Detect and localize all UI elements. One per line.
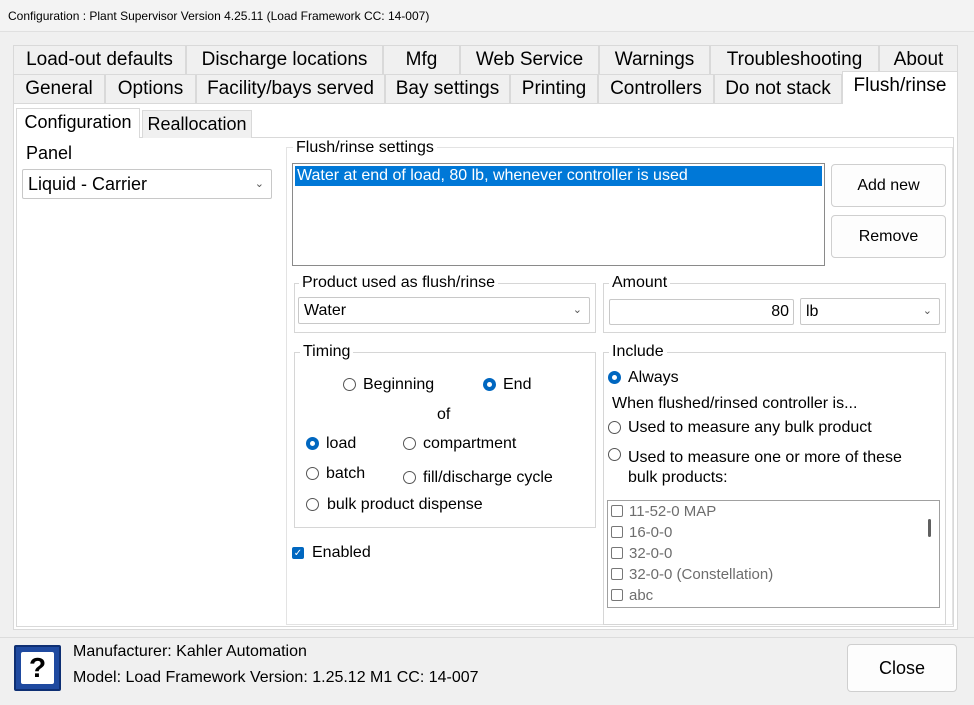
timing-beginning-label: Beginning <box>363 376 435 393</box>
timing-end-label: End <box>503 376 532 393</box>
timing-of-label: of <box>437 406 451 423</box>
include-some-radio[interactable] <box>608 448 621 461</box>
include-always-radio[interactable] <box>608 371 621 384</box>
include-some-label-2: bulk products: <box>628 469 728 486</box>
timing-batch-radio[interactable] <box>306 467 319 480</box>
include-always-label: Always <box>628 369 679 386</box>
list-item[interactable]: 32-0-0 (Constellation) <box>611 566 773 583</box>
product-label: 16-0-0 <box>629 524 673 541</box>
timing-batch-label: batch <box>326 465 366 482</box>
help-icon[interactable]: ? <box>14 645 61 691</box>
close-button[interactable]: Close <box>847 644 957 692</box>
list-item[interactable]: 11-52-0 MAP <box>611 503 716 520</box>
product-checkbox[interactable] <box>611 547 623 559</box>
product-label: 32-0-0 <box>629 545 673 562</box>
list-item[interactable]: 32-0-0 <box>611 545 672 562</box>
panel-select-value: Liquid - Carrier <box>28 174 148 194</box>
chevron-down-icon: ⌄ <box>572 304 582 316</box>
timing-load-radio[interactable] <box>306 437 319 450</box>
tab-load-out-defaults[interactable]: Load-out defaults <box>13 45 186 74</box>
subtab-reallocation[interactable]: Reallocation <box>142 110 252 138</box>
product-select-value: Water <box>304 302 347 319</box>
flush-settings-list[interactable]: Water at end of load, 80 lb, whenever co… <box>292 163 825 266</box>
list-item[interactable]: 16-0-0 <box>611 524 672 541</box>
timing-dispense-label: bulk product dispense <box>327 496 483 513</box>
tab-bay-settings[interactable]: Bay settings <box>385 74 510 103</box>
timing-dispense-radio[interactable] <box>306 498 319 511</box>
flush-settings-title: Flush/rinse settings <box>293 139 437 157</box>
window-title: Configuration : Plant Supervisor Version… <box>0 0 974 32</box>
scrollbar-thumb[interactable] <box>928 519 931 537</box>
tab-flush-rinse[interactable]: Flush/rinse <box>842 71 958 104</box>
remove-button[interactable]: Remove <box>831 215 946 258</box>
tab-printing[interactable]: Printing <box>510 74 598 103</box>
timing-load-label: load <box>326 435 357 452</box>
tab-about[interactable]: About <box>879 45 958 74</box>
tab-general[interactable]: General <box>13 74 105 103</box>
subtab-configuration[interactable]: Configuration <box>16 108 140 138</box>
product-checkbox[interactable] <box>611 505 623 517</box>
tab-row-1: Load-out defaults Discharge locations Mf… <box>13 45 958 74</box>
tab-facility-bays-served[interactable]: Facility/bays served <box>196 74 385 103</box>
product-checkbox[interactable] <box>611 589 623 601</box>
enabled-label: Enabled <box>312 544 371 561</box>
chevron-down-icon: ⌄ <box>922 305 932 317</box>
timing-compartment-radio[interactable] <box>403 437 416 450</box>
product-checkbox[interactable] <box>611 568 623 580</box>
amount-value: 80 <box>771 303 789 320</box>
product-label: 32-0-0 (Constellation) <box>629 566 774 583</box>
tab-discharge-locations[interactable]: Discharge locations <box>186 45 383 74</box>
panel-label: Panel <box>26 143 73 163</box>
subtab-row: Configuration Reallocation <box>16 108 256 138</box>
product-label: 11-52-0 MAP <box>629 503 717 520</box>
unit-select[interactable]: lb ⌄ <box>800 298 940 325</box>
include-note: When flushed/rinsed controller is... <box>612 395 858 412</box>
amount-input[interactable]: 80 <box>609 299 794 325</box>
unit-select-value: lb <box>806 303 819 320</box>
tab-row-2: General Options Facility/bays served Bay… <box>13 71 958 104</box>
enabled-checkbox[interactable]: ✓ <box>292 547 304 559</box>
add-new-button[interactable]: Add new <box>831 164 946 207</box>
footer-divider <box>0 637 974 638</box>
timing-end-radio[interactable] <box>483 378 496 391</box>
product-select[interactable]: Water ⌄ <box>298 297 590 324</box>
list-item[interactable]: Water at end of load, 80 lb, whenever co… <box>295 166 822 186</box>
tab-do-not-stack[interactable]: Do not stack <box>714 74 842 103</box>
tab-web-service[interactable]: Web Service <box>460 45 599 74</box>
tab-troubleshooting[interactable]: Troubleshooting <box>710 45 879 74</box>
list-item[interactable]: abc <box>611 587 653 604</box>
panel-select[interactable]: Liquid - Carrier ⌄ <box>22 169 272 199</box>
timing-cycle-radio[interactable] <box>403 471 416 484</box>
product-checkbox[interactable] <box>611 526 623 538</box>
tab-warnings[interactable]: Warnings <box>599 45 710 74</box>
timing-compartment-label: compartment <box>423 435 517 452</box>
include-some-label-1: Used to measure one or more of these <box>628 449 902 466</box>
model-text: Model: Load Framework Version: 1.25.12 M… <box>73 669 479 686</box>
tab-mfg[interactable]: Mfg <box>383 45 460 74</box>
include-any-label: Used to measure any bulk product <box>628 419 872 436</box>
amount-title: Amount <box>609 274 671 292</box>
include-any-radio[interactable] <box>608 421 621 434</box>
tab-options[interactable]: Options <box>105 74 196 103</box>
timing-beginning-radio[interactable] <box>343 378 356 391</box>
manufacturer-text: Manufacturer: Kahler Automation <box>73 643 307 660</box>
include-title: Include <box>609 343 667 361</box>
timing-cycle-label: fill/discharge cycle <box>423 469 553 486</box>
tab-controllers[interactable]: Controllers <box>598 74 714 103</box>
chevron-down-icon: ⌄ <box>254 178 264 190</box>
bulk-products-list[interactable]: 11-52-0 MAP 16-0-0 32-0-0 32-0-0 (Conste… <box>607 500 940 608</box>
product-label: abc <box>629 587 654 604</box>
product-title: Product used as flush/rinse <box>299 274 498 292</box>
timing-title: Timing <box>300 343 354 361</box>
